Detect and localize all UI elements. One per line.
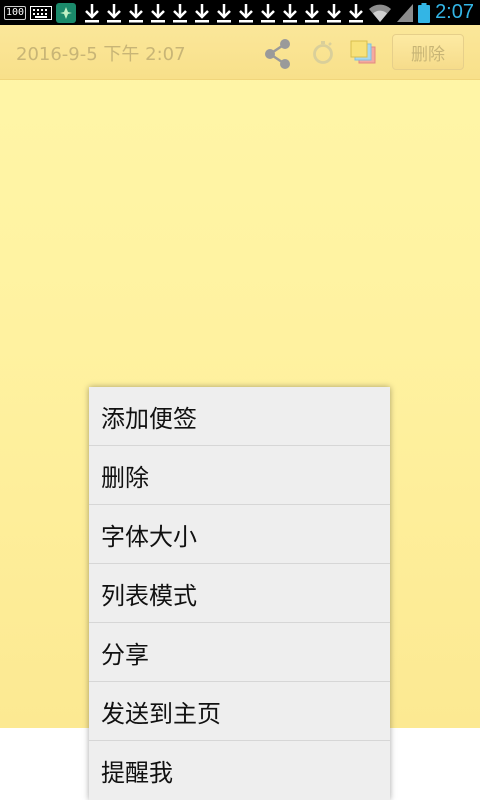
alarm-icon[interactable]	[305, 35, 341, 71]
download-icon	[129, 4, 144, 23]
download-icon	[349, 4, 364, 23]
status-bar: 100 2:07	[0, 0, 480, 25]
download-icons	[84, 3, 364, 23]
menu-item[interactable]: 删除	[89, 446, 390, 505]
menu-item[interactable]: 分享	[89, 623, 390, 682]
battery-level-badge: 100	[4, 6, 27, 20]
menu-item[interactable]: 添加便签	[89, 387, 390, 446]
download-icon	[217, 4, 232, 23]
background-color-icon[interactable]	[345, 35, 381, 71]
wifi-icon	[369, 4, 392, 22]
status-time: 2:07	[435, 1, 474, 23]
download-icon	[151, 4, 166, 23]
download-icon	[107, 4, 122, 23]
menu-item[interactable]: 字体大小	[89, 505, 390, 564]
download-icon	[261, 4, 276, 23]
battery-icon	[418, 2, 431, 23]
delete-button[interactable]: 删除	[392, 34, 464, 70]
cell-signal-icon	[397, 3, 414, 22]
app-notification-icon	[56, 3, 77, 23]
system-status: 2:07	[368, 0, 474, 25]
share-icon[interactable]	[260, 35, 296, 71]
note-header: 2016-9-5 下午 2:07 删除	[0, 25, 480, 80]
notification-icons: 100	[4, 3, 364, 23]
download-icon	[239, 4, 254, 23]
download-icon	[283, 4, 298, 23]
menu-item[interactable]: 列表模式	[89, 564, 390, 623]
download-icon	[305, 4, 320, 23]
menu-item[interactable]: 发送到主页	[89, 682, 390, 741]
context-menu: 添加便签 删除 字体大小 列表模式 分享 发送到主页 提醒我	[89, 387, 390, 800]
leaf-icon	[60, 7, 73, 19]
keyboard-icon	[30, 6, 53, 20]
download-icon	[85, 4, 100, 23]
download-icon	[173, 4, 188, 23]
download-icon	[195, 4, 210, 23]
download-icon	[327, 4, 342, 23]
menu-item[interactable]: 提醒我	[89, 741, 390, 800]
note-date: 2016-9-5 下午 2:07	[16, 44, 186, 65]
